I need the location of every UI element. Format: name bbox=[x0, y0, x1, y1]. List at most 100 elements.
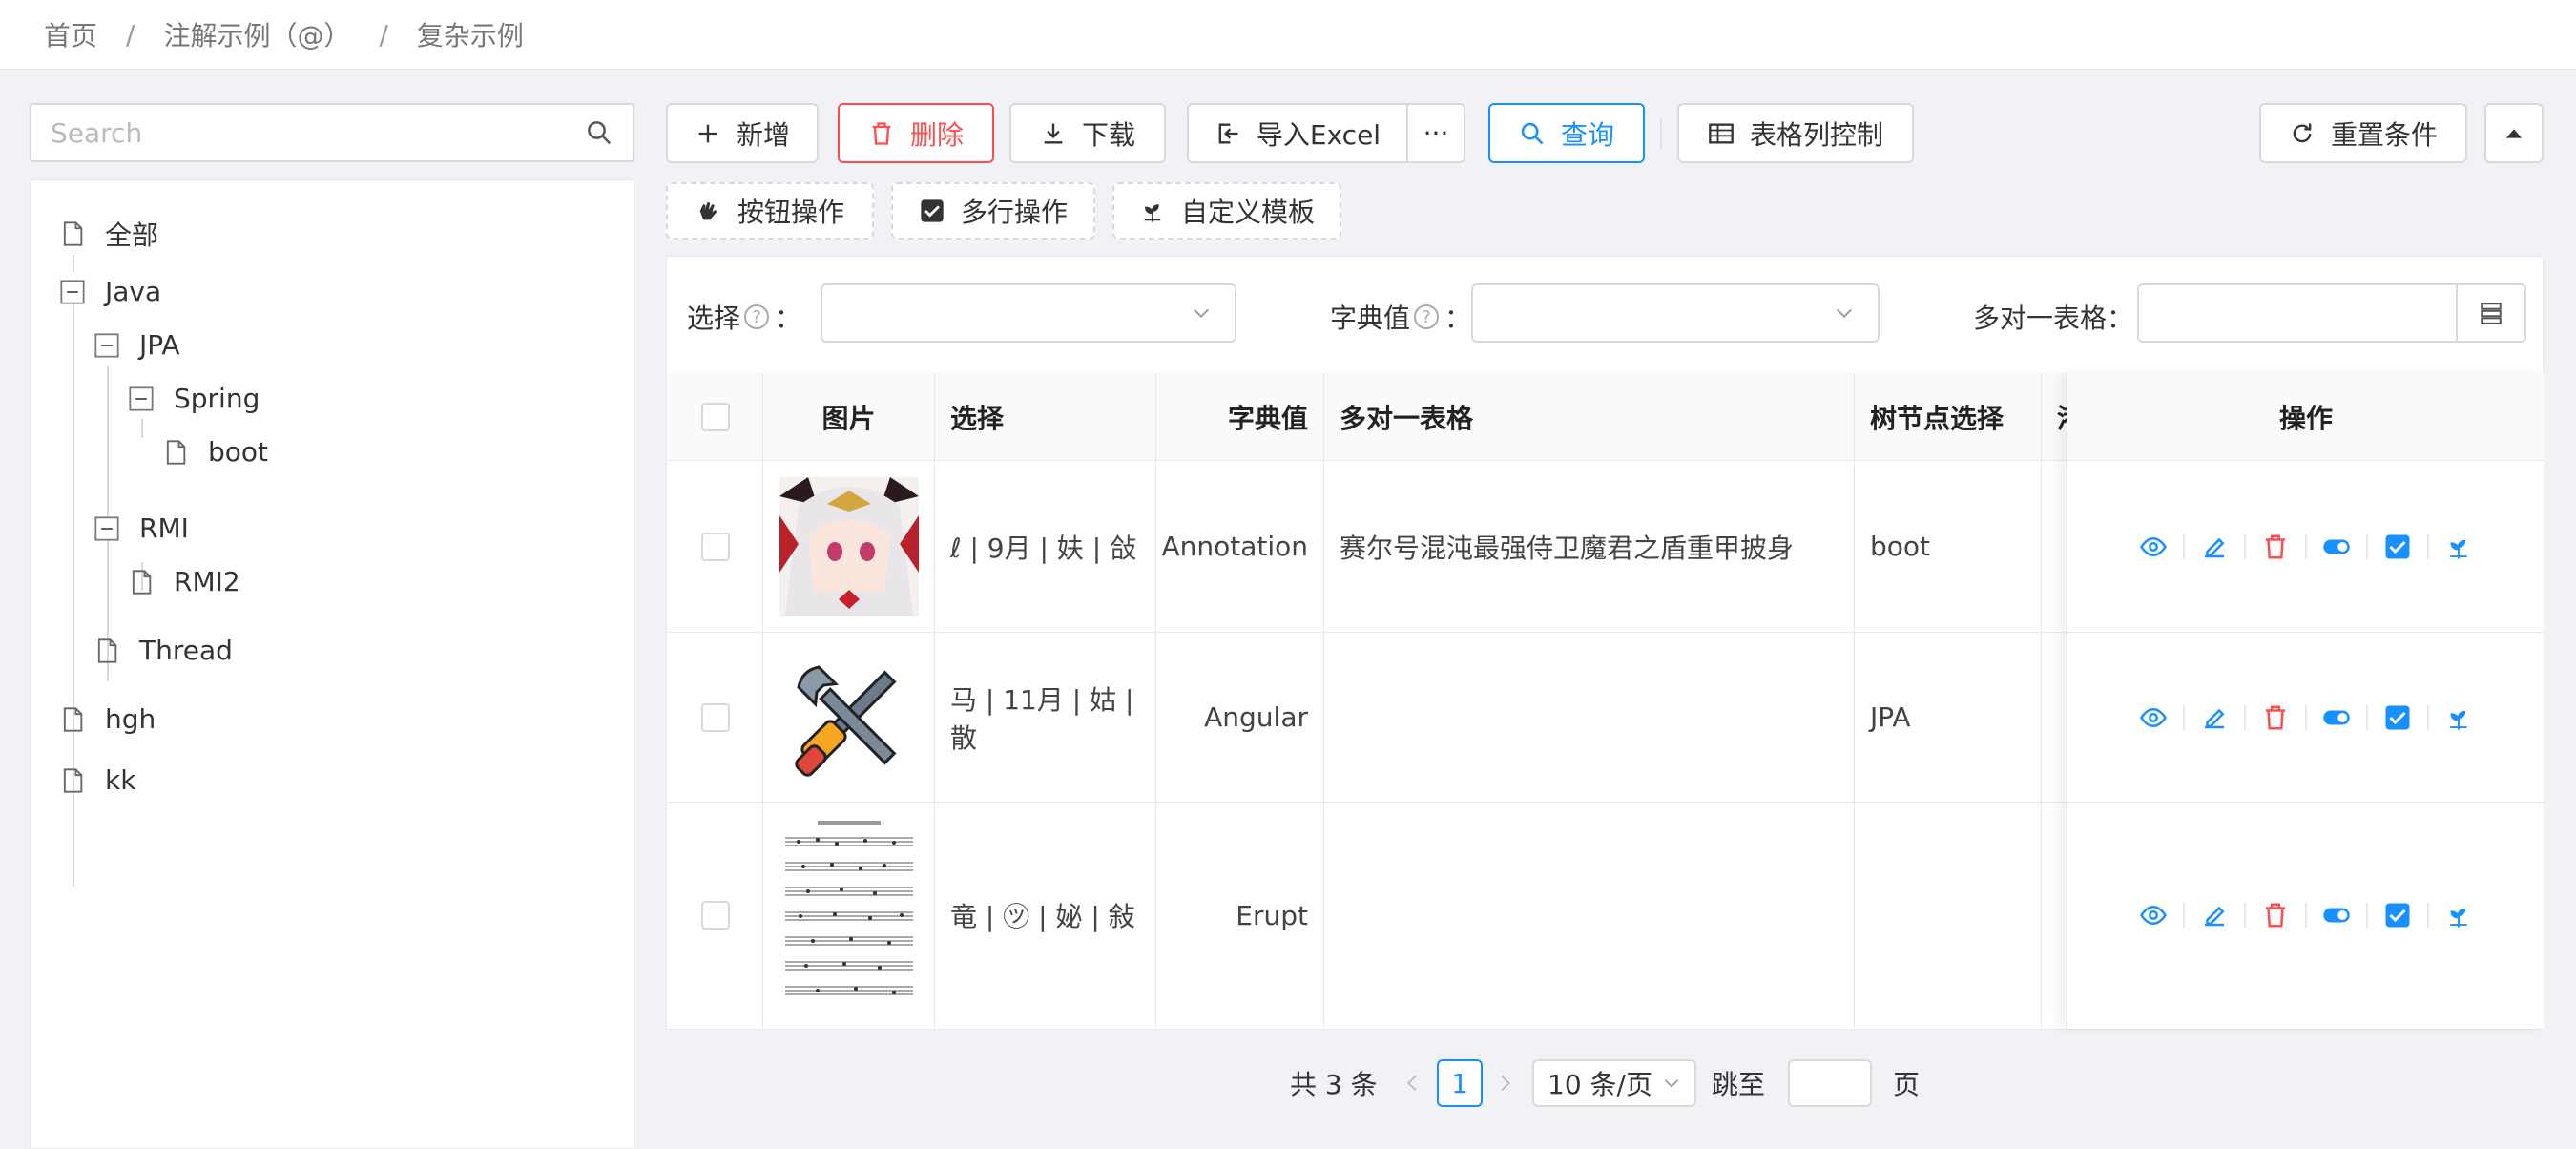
category-tree: 全部 Java JPA Spring boot RMI RMI2 Thread … bbox=[30, 179, 634, 1149]
view-icon[interactable] bbox=[2139, 533, 2168, 561]
chevron-down-icon bbox=[1837, 308, 1852, 318]
custom-template-button[interactable]: 自定义模板 bbox=[1112, 182, 1341, 240]
edit-icon[interactable] bbox=[2200, 901, 2229, 930]
sprout-icon[interactable] bbox=[2444, 703, 2473, 732]
prev-page-button[interactable] bbox=[1402, 1059, 1423, 1107]
checkbox-icon[interactable] bbox=[2383, 703, 2412, 732]
row-checkbox[interactable] bbox=[700, 532, 730, 561]
delete-icon[interactable] bbox=[2261, 703, 2290, 732]
delete-icon[interactable] bbox=[2261, 901, 2290, 930]
filter-select-dropdown[interactable] bbox=[821, 283, 1236, 343]
tree-node-spring[interactable]: Spring bbox=[128, 383, 260, 414]
tree-node-boot[interactable]: boot bbox=[162, 436, 268, 468]
anime-character-thumbnail[interactable] bbox=[779, 476, 919, 616]
reset-conditions-button[interactable]: 重置条件 bbox=[2259, 103, 2467, 163]
header-dict[interactable]: 字典值 bbox=[1156, 373, 1324, 461]
select-all-checkbox[interactable] bbox=[700, 403, 730, 431]
op-separator bbox=[2427, 533, 2429, 559]
row-ops bbox=[2067, 461, 2545, 633]
tree-node-hgh[interactable]: hgh bbox=[59, 703, 156, 735]
sprout-icon[interactable] bbox=[2444, 901, 2473, 930]
op-separator bbox=[2305, 903, 2307, 928]
download-icon bbox=[1044, 123, 1063, 143]
query-button[interactable]: 查询 bbox=[1488, 103, 1645, 163]
toggle-icon[interactable] bbox=[2322, 533, 2351, 561]
sprout-icon[interactable] bbox=[2444, 533, 2473, 561]
search-icon[interactable] bbox=[585, 118, 613, 147]
collapse-icon[interactable] bbox=[93, 515, 120, 542]
op-separator bbox=[2366, 533, 2368, 559]
multi-row-ops-label: 多行操作 bbox=[960, 197, 1068, 228]
multi-row-ops-button[interactable]: 多行操作 bbox=[891, 182, 1095, 240]
column-control-button[interactable]: 表格列控制 bbox=[1677, 103, 1914, 163]
checkbox-icon[interactable] bbox=[2383, 901, 2412, 930]
toolbar-divider bbox=[1660, 118, 1662, 149]
header-m2m[interactable]: 多对一表格 bbox=[1324, 373, 1855, 461]
tree-node-rmi2[interactable]: RMI2 bbox=[128, 566, 240, 597]
tree-node-java[interactable]: Java bbox=[59, 276, 161, 307]
filter-m2m-text: 多对一表格 bbox=[1973, 303, 2108, 334]
view-icon[interactable] bbox=[2139, 901, 2168, 930]
row-ops bbox=[2067, 803, 2545, 1028]
tree-connector bbox=[141, 419, 143, 438]
tree-node-jpa[interactable]: JPA bbox=[93, 329, 180, 361]
help-icon[interactable]: ? bbox=[1414, 304, 1440, 329]
tree-node-rmi[interactable]: RMI bbox=[93, 512, 189, 544]
edit-icon[interactable] bbox=[2200, 533, 2229, 561]
help-icon[interactable]: ? bbox=[744, 304, 770, 329]
collapse-icon[interactable] bbox=[93, 332, 120, 359]
toggle-icon[interactable] bbox=[2322, 901, 2351, 930]
tree-connector bbox=[73, 304, 74, 887]
download-button[interactable]: 下载 bbox=[1009, 103, 1166, 163]
button-ops-button[interactable]: 按钮操作 bbox=[666, 182, 874, 240]
jump-to-input[interactable] bbox=[1788, 1059, 1872, 1107]
header-select[interactable]: 选择 bbox=[935, 373, 1156, 461]
tree-node-thread[interactable]: Thread bbox=[93, 635, 233, 666]
sheet-music-thumbnail[interactable] bbox=[779, 815, 919, 1015]
breadcrumb-separator: / bbox=[379, 18, 388, 51]
custom-template-label: 自定义模板 bbox=[1180, 197, 1315, 228]
page-1-button[interactable]: 1 bbox=[1437, 1059, 1483, 1107]
collapse-icon[interactable] bbox=[128, 386, 155, 412]
file-icon bbox=[132, 569, 152, 595]
header-image[interactable]: 图片 bbox=[763, 373, 935, 461]
m2m-picker-button[interactable] bbox=[2456, 285, 2524, 341]
add-button-label: 新增 bbox=[736, 118, 790, 151]
tools-thumbnail[interactable] bbox=[786, 655, 911, 780]
file-icon bbox=[63, 706, 83, 732]
add-button[interactable]: 新增 bbox=[666, 103, 819, 163]
pagination-total: 共 3 条 bbox=[1290, 1069, 1378, 1100]
import-excel-button[interactable]: 导入Excel bbox=[1187, 103, 1408, 163]
tree-node-label: kk bbox=[105, 764, 136, 796]
header-tree-select[interactable]: 树节点选择 bbox=[1855, 373, 2042, 461]
import-excel-label: 导入Excel bbox=[1256, 118, 1381, 151]
tree-node-label: JPA bbox=[139, 329, 180, 361]
edit-icon[interactable] bbox=[2200, 703, 2229, 732]
tree-search-input[interactable] bbox=[51, 116, 585, 149]
op-separator bbox=[2244, 903, 2246, 928]
tree-node-all[interactable]: 全部 bbox=[59, 215, 158, 253]
delete-icon[interactable] bbox=[2261, 533, 2290, 561]
toggle-icon[interactable] bbox=[2322, 703, 2351, 732]
page-size-select[interactable]: 10 条/页 bbox=[1532, 1059, 1696, 1107]
breadcrumb-home[interactable]: 首页 bbox=[44, 15, 97, 53]
collapse-icon[interactable] bbox=[59, 279, 86, 305]
chevron-right-icon bbox=[1501, 1076, 1510, 1091]
row-checkbox[interactable] bbox=[700, 901, 730, 930]
filter-dict-dropdown[interactable] bbox=[1471, 283, 1880, 343]
download-button-label: 下载 bbox=[1081, 118, 1135, 151]
view-icon[interactable] bbox=[2139, 703, 2168, 732]
checkbox-icon[interactable] bbox=[2383, 533, 2412, 561]
colon: ： bbox=[1444, 303, 1472, 334]
delete-button[interactable]: 删除 bbox=[838, 103, 994, 163]
more-button[interactable]: ··· bbox=[1406, 103, 1465, 163]
row-checkbox[interactable] bbox=[700, 702, 730, 732]
tree-node-kk[interactable]: kk bbox=[59, 764, 135, 796]
colon: ： bbox=[775, 303, 802, 334]
next-page-button[interactable] bbox=[1494, 1059, 1515, 1107]
collapse-filter-button[interactable] bbox=[2484, 103, 2544, 163]
row-dict-value: Angular bbox=[1156, 633, 1324, 802]
row-image-cell bbox=[763, 803, 935, 1028]
filter-m2m-input[interactable] bbox=[2137, 283, 2526, 343]
breadcrumb-parent[interactable]: 注解示例（@） bbox=[163, 15, 350, 53]
